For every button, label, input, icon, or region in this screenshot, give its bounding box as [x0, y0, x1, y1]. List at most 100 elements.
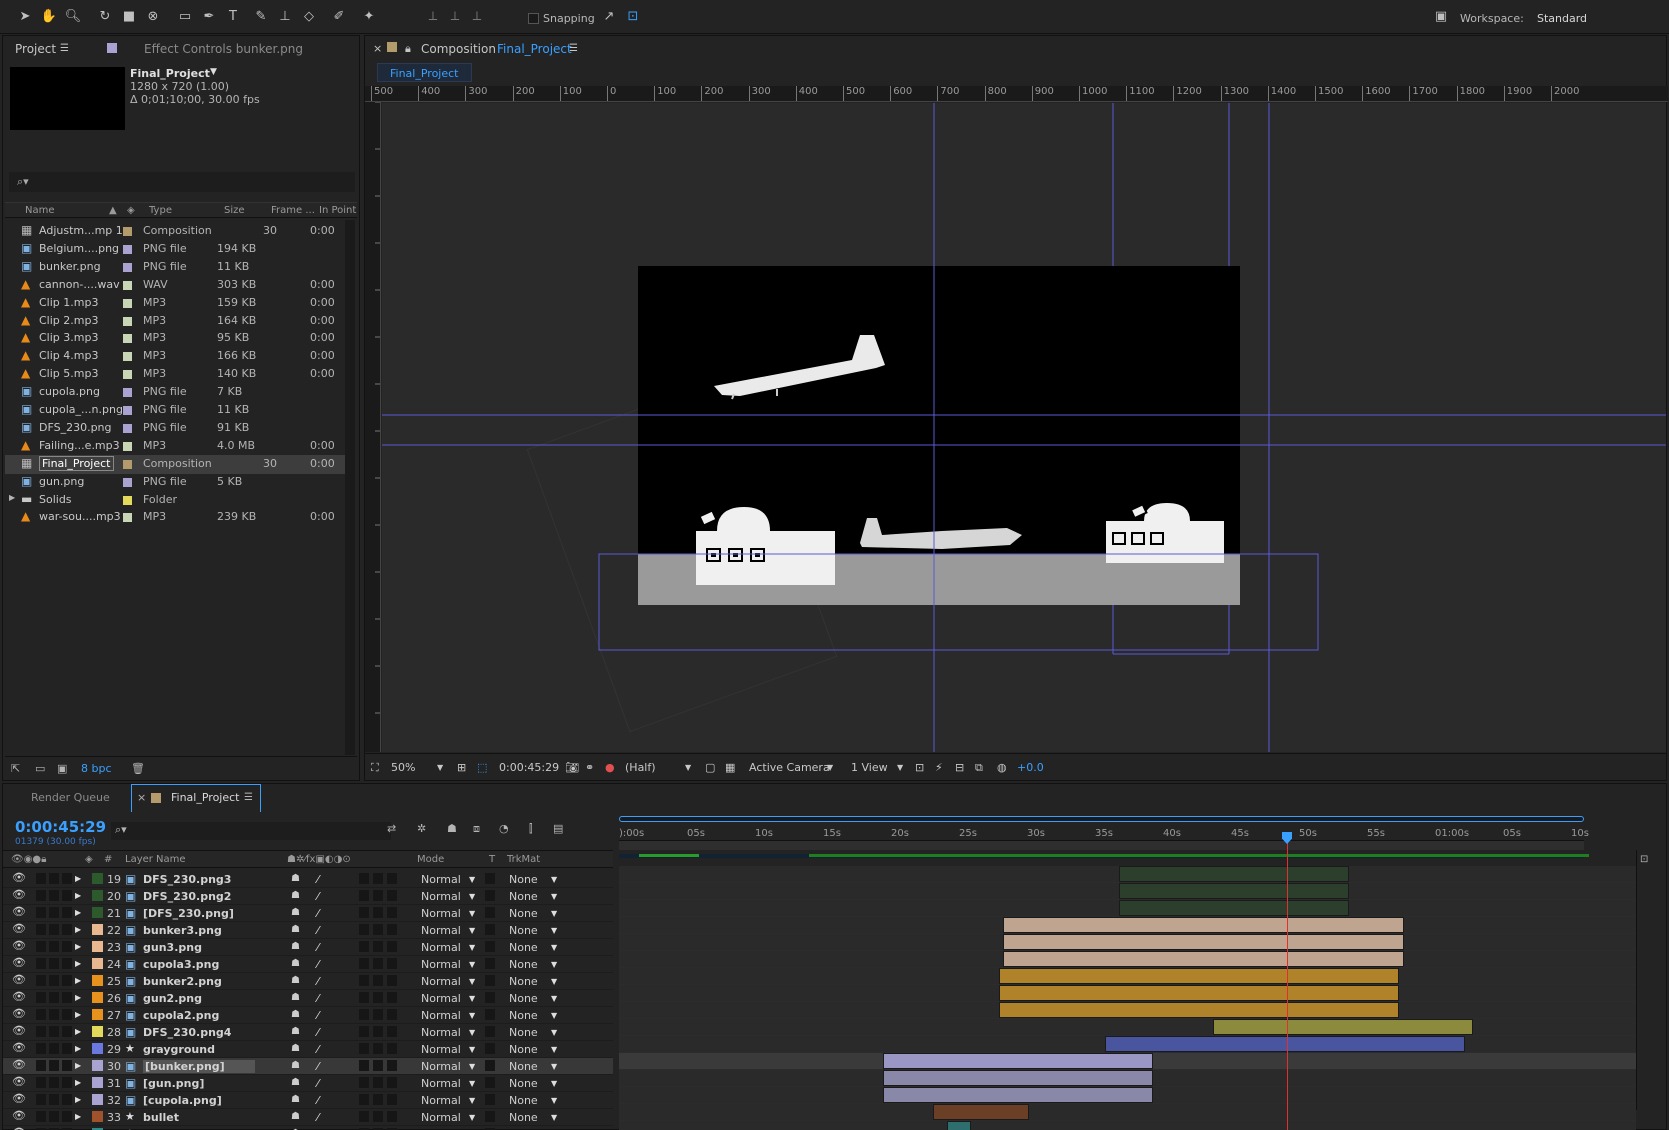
switch-box[interactable] [373, 1026, 383, 1037]
audio-toggle[interactable] [36, 1060, 46, 1071]
quality-switch-icon[interactable]: ⁄ [317, 941, 319, 954]
expand-arrow-icon[interactable]: ▶ [75, 908, 81, 917]
preserve-transparency-box[interactable] [485, 907, 495, 918]
axis-view-icon[interactable]: ⟂ [468, 8, 486, 26]
layer-label-color[interactable] [92, 1077, 103, 1088]
zoom-select[interactable]: 50% [391, 761, 415, 774]
solo-toggle[interactable] [49, 1009, 59, 1020]
eye-icon[interactable]: 👁︎ [12, 889, 26, 900]
layer-name[interactable]: grayground [143, 1043, 215, 1056]
audio-toggle[interactable] [36, 941, 46, 952]
project-item[interactable]: ▲ Clip 2.mp3 MP3 164 KB 0:00 [5, 312, 345, 331]
chevron-down-icon[interactable]: ▼ [469, 892, 475, 901]
mode-select[interactable]: Normal [421, 975, 461, 988]
solo-toggle[interactable] [49, 1043, 59, 1054]
col-trkmat[interactable]: TrkMat [507, 854, 540, 865]
layer-name[interactable]: cupola2.png [143, 1009, 219, 1022]
trkmat-select[interactable]: None [509, 941, 538, 954]
current-time-indicator[interactable] [1287, 832, 1288, 1130]
timeline-icon[interactable]: ⊟ [955, 761, 964, 774]
layer-name[interactable]: DFS_230.png4 [143, 1026, 231, 1039]
tab-comp-name[interactable]: Final_Project [497, 42, 572, 56]
switch-box[interactable] [359, 975, 369, 986]
frame-blending-icon[interactable]: ⧈ [473, 822, 480, 836]
layer-duration-bar[interactable] [1213, 1019, 1473, 1035]
switch-box[interactable] [373, 1111, 383, 1122]
always-preview-icon[interactable]: ⛶ [371, 761, 379, 775]
audio-toggle[interactable] [36, 992, 46, 1003]
shy-switch-icon[interactable]: ☗ [291, 941, 300, 952]
preserve-transparency-box[interactable] [485, 1111, 495, 1122]
layer-row[interactable]: 👁︎ ▶ 24 ▣ cupola3.png ☗ ⁄ Normal ▼ None ▼ [3, 956, 613, 973]
item-label-color[interactable] [123, 459, 132, 469]
item-label-color[interactable] [123, 388, 132, 398]
eye-icon[interactable]: 👁︎ [12, 872, 26, 883]
trkmat-select[interactable]: None [509, 890, 538, 903]
eye-icon[interactable]: 👁︎ [12, 991, 26, 1002]
pan-behind-tool-icon[interactable]: ⊗ [144, 8, 162, 26]
tab-render-queue[interactable]: Render Queue [31, 791, 110, 804]
trkmat-select[interactable]: None [509, 924, 538, 937]
comp-button-icon[interactable]: ⊡ [1640, 854, 1648, 865]
audio-toggle[interactable] [36, 1094, 46, 1105]
exposure-value[interactable]: +0.0 [1017, 761, 1044, 774]
switch-box[interactable] [373, 941, 383, 952]
audio-toggle[interactable] [36, 1077, 46, 1088]
trkmat-select[interactable]: None [509, 958, 538, 971]
current-timecode[interactable]: 0:00:45:29 [499, 761, 559, 774]
toggle-pixel-aspect-icon[interactable]: ⊡ [915, 761, 924, 774]
expand-arrow-icon[interactable]: ▶ [75, 1010, 81, 1019]
item-label-color[interactable] [123, 244, 132, 254]
shy-switch-icon[interactable]: ☗ [291, 1009, 300, 1020]
item-label-color[interactable] [123, 316, 132, 326]
project-item[interactable]: ▲ war-sou....mp3 MP3 239 KB 0:00 [5, 508, 345, 527]
layer-row[interactable]: 👁︎ ▶ 33 ★ bullet ☗ ⁄ Normal ▼ None ▼ [3, 1109, 613, 1126]
mode-select[interactable]: Normal [421, 1111, 461, 1124]
switch-box[interactable] [373, 958, 383, 969]
lock-toggle[interactable] [62, 1043, 72, 1054]
audio-toggle[interactable] [36, 873, 46, 884]
trkmat-select[interactable]: None [509, 1111, 538, 1124]
roto-brush-tool-icon[interactable]: ✐ [330, 8, 348, 26]
chevron-down-icon[interactable]: ▼ [469, 943, 475, 952]
layer-row[interactable]: 👁︎ ▶ 25 ▣ bunker2.png ☗ ⁄ Normal ▼ None ▼ [3, 973, 613, 990]
trkmat-select[interactable]: None [509, 1060, 538, 1073]
chevron-down-icon[interactable]: ▼ [551, 1096, 557, 1105]
switch-box[interactable] [373, 1009, 383, 1020]
layer-name[interactable]: gun3.png [143, 941, 202, 954]
layer-name[interactable]: gun2.png [143, 992, 202, 1005]
preserve-transparency-box[interactable] [485, 890, 495, 901]
mode-select[interactable]: Normal [421, 1060, 461, 1073]
layer-duration-bar[interactable] [999, 968, 1399, 984]
shy-switch-icon[interactable]: ☗ [291, 958, 300, 969]
solo-toggle[interactable] [49, 1026, 59, 1037]
project-item[interactable]: ▣ Belgium....png PNG file 194 KB [5, 240, 345, 259]
brush-tool-icon[interactable]: ✎ [252, 8, 270, 26]
solo-toggle[interactable] [49, 958, 59, 969]
interpret-footage-icon[interactable]: ⇱ [11, 762, 20, 775]
lock-icon[interactable]: 🔒︎ [405, 42, 411, 56]
quality-switch-icon[interactable]: ⁄ [317, 1060, 319, 1073]
bpc-button[interactable]: 8 bpc [81, 762, 112, 775]
mode-select[interactable]: Normal [421, 1009, 461, 1022]
eye-icon[interactable]: 👁︎ [12, 923, 26, 934]
view-layout-select[interactable]: 1 View [851, 761, 888, 774]
chevron-down-icon[interactable]: ▼ [551, 943, 557, 952]
item-label-color[interactable] [123, 513, 132, 523]
shy-switch-icon[interactable]: ☗ [291, 1077, 300, 1088]
chevron-down-icon[interactable]: ▼ [469, 1062, 475, 1071]
shy-switch-icon[interactable]: ☗ [291, 1043, 300, 1054]
rotation-tool-icon[interactable]: ↻ [96, 8, 114, 26]
layer-duration-bar[interactable] [1119, 883, 1349, 899]
solo-toggle[interactable] [49, 941, 59, 952]
switch-box[interactable] [359, 907, 369, 918]
chevron-down-icon[interactable]: ▼ [551, 909, 557, 918]
shy-switch-icon[interactable]: ☗ [291, 1111, 300, 1122]
layer-label-color[interactable] [92, 1026, 103, 1037]
lock-toggle[interactable] [62, 890, 72, 901]
trash-icon[interactable]: 🗑︎ [131, 762, 145, 775]
motion-blur-icon[interactable]: ◔ [499, 822, 509, 835]
preserve-transparency-box[interactable] [485, 924, 495, 935]
project-item[interactable]: ▣ gun.png PNG file 5 KB [5, 473, 345, 492]
lock-toggle[interactable] [62, 907, 72, 918]
